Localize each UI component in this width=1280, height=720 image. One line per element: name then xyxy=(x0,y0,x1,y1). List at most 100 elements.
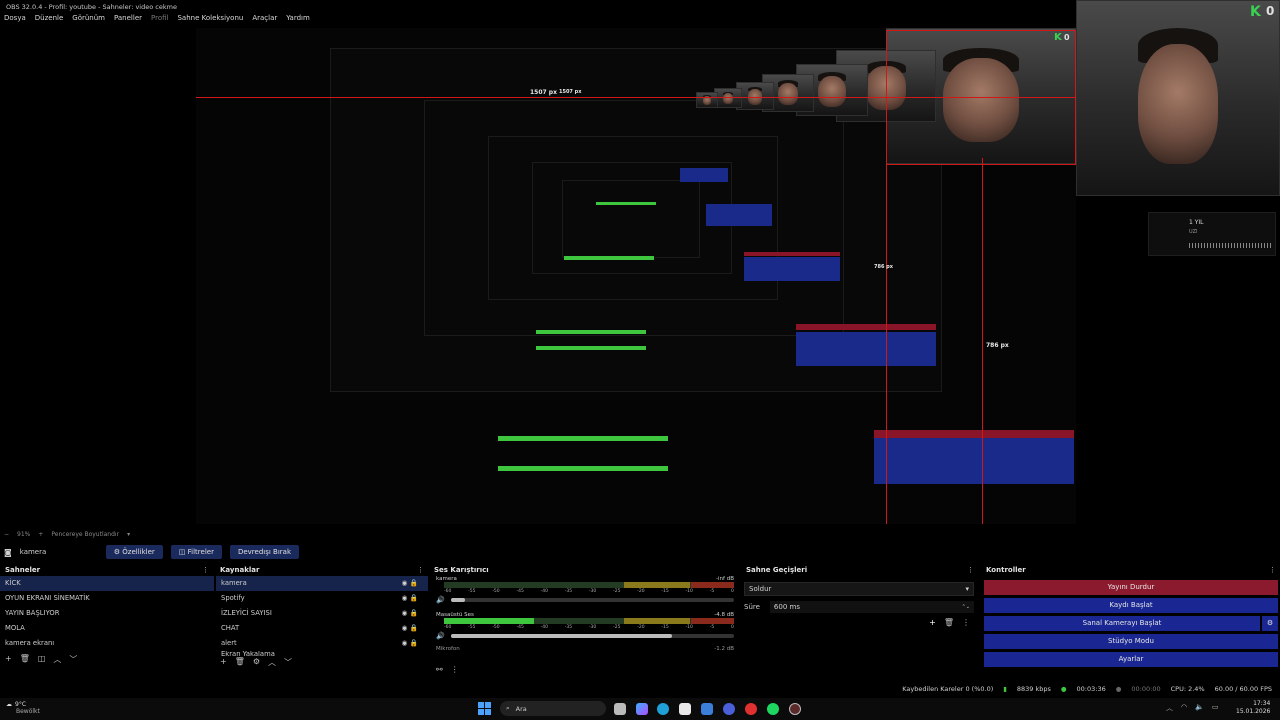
dock-menu-icon[interactable]: ⋮ xyxy=(202,566,209,574)
menu-scene-collection[interactable]: Sahne Koleksiyonu xyxy=(177,12,243,24)
measure-label-height: 786 px xyxy=(874,264,893,270)
meter-tick-label: -40 xyxy=(540,625,548,630)
duration-input[interactable]: 600 ms ⌃⌄ xyxy=(769,601,974,613)
studio-mode-button[interactable]: Stüdyo Modu xyxy=(984,634,1278,649)
gear-icon[interactable]: ⚙ xyxy=(253,657,260,668)
volume-icon[interactable]: 🔈 xyxy=(1195,703,1204,713)
kick-logo: K xyxy=(1250,4,1261,20)
scene-item[interactable]: OYUN EKRANI SİNEMATİK xyxy=(0,591,214,606)
scene-transitions-dock: Sahne Geçişleri ⋮ Soldur ▾ Süre 600 ms ⌃… xyxy=(742,564,978,680)
add-icon[interactable]: + xyxy=(220,657,227,668)
system-tray[interactable]: ︿ ◠ 🔈 ▭ xyxy=(1166,703,1218,713)
properties-button[interactable]: ⚙ Özellikler xyxy=(105,545,163,559)
eye-lock-icons[interactable]: ◉ 🔒 xyxy=(401,576,418,591)
copilot-icon[interactable] xyxy=(636,703,648,715)
chevron-down-icon[interactable]: ▾ xyxy=(127,531,130,538)
opera-icon[interactable] xyxy=(745,703,757,715)
spotify-icon[interactable] xyxy=(767,703,779,715)
dock-menu-icon[interactable]: ⋮ xyxy=(962,618,970,627)
eye-lock-icons[interactable]: ◉ 🔒 xyxy=(401,621,418,636)
obs-icon[interactable] xyxy=(789,703,801,715)
start-virtual-camera-button[interactable]: Sanal Kamerayı Başlat xyxy=(984,616,1260,631)
discord-icon[interactable] xyxy=(723,703,735,715)
start-recording-button[interactable]: Kaydı Başlat xyxy=(984,598,1278,613)
dock-menu-icon[interactable]: ⋮ xyxy=(1269,566,1276,574)
notif-title: 1 YIL xyxy=(1189,219,1204,226)
source-item[interactable]: CHAT ◉ 🔒 xyxy=(216,621,428,636)
trash-icon[interactable]: 🗑 xyxy=(20,654,30,665)
menu-help[interactable]: Yardım xyxy=(286,12,310,24)
taskbar-search[interactable]: ⌕ Ara xyxy=(500,701,606,716)
deactivate-button[interactable]: Devredışı Bırak xyxy=(229,545,299,559)
speaker-icon[interactable]: 🔊 xyxy=(436,632,445,640)
move-up-icon[interactable]: ︿ xyxy=(53,654,61,665)
spinner-icon[interactable]: ⌃⌄ xyxy=(962,604,970,610)
dock-menu-icon[interactable]: ⋮ xyxy=(417,566,424,574)
dock-menu-icon[interactable]: ⋮ xyxy=(967,566,974,574)
windows-start-icon[interactable] xyxy=(478,702,492,716)
move-up-icon[interactable]: ︿ xyxy=(268,657,276,668)
menu-docks[interactable]: Paneller xyxy=(114,12,142,24)
cpu-usage: CPU: 2.4% xyxy=(1170,685,1205,693)
clock[interactable]: 17:34 15.01.2026 xyxy=(1236,700,1270,716)
source-item[interactable]: İZLEYİCİ SAYISI ◉ 🔒 xyxy=(216,606,428,621)
nested-dock-band xyxy=(744,257,840,281)
meter-tick-label: -45 xyxy=(516,625,524,630)
kick-logo: K xyxy=(1054,32,1062,43)
source-item[interactable]: Spotify ◉ 🔒 xyxy=(216,591,428,606)
nested-capture-5 xyxy=(562,180,700,258)
settings-button[interactable]: Ayarlar xyxy=(984,652,1278,667)
task-view-icon[interactable] xyxy=(614,703,626,715)
link-icon[interactable]: ⚯ xyxy=(436,665,443,674)
stop-streaming-button[interactable]: Yayını Durdur xyxy=(984,580,1278,595)
virtual-camera-gear-icon[interactable]: ⚙ xyxy=(1262,616,1278,631)
scene-item[interactable]: kamera ekranı xyxy=(0,636,214,651)
channel-db: -1.2 dB xyxy=(714,646,734,652)
source-item[interactable]: kamera ◉ 🔒 xyxy=(216,576,428,591)
dock-menu-icon[interactable]: ⋮ xyxy=(451,665,459,674)
guide-line-vertical xyxy=(982,158,983,524)
add-icon[interactable]: + xyxy=(5,654,12,665)
mail-icon[interactable] xyxy=(701,703,713,715)
dropped-frames: Kaybedilen Kareler 0 (%0.0) xyxy=(902,685,994,693)
add-icon[interactable]: + xyxy=(929,618,936,627)
weather-widget[interactable]: ☁ 9°C Bewölkt xyxy=(6,701,40,715)
eye-lock-icons[interactable]: ◉ 🔒 xyxy=(401,636,418,651)
transition-select[interactable]: Soldur ▾ xyxy=(744,582,974,596)
menu-profile[interactable]: Profil xyxy=(151,12,168,24)
store-icon[interactable] xyxy=(679,703,691,715)
menu-tools[interactable]: Araçlar xyxy=(252,12,277,24)
volume-slider[interactable] xyxy=(450,598,734,602)
move-down-icon[interactable]: ﹀ xyxy=(69,654,77,665)
preview-canvas[interactable]: 1507 px 1507 px 786 px 786 px K 0 xyxy=(196,28,1076,524)
nested-dock-band xyxy=(744,252,840,256)
wifi-icon[interactable]: ◠ xyxy=(1181,703,1187,713)
edge-icon[interactable] xyxy=(657,703,669,715)
stream-time: 00:03:36 xyxy=(1076,685,1106,693)
chevron-up-icon[interactable]: ︿ xyxy=(1166,703,1173,713)
zoom-mode[interactable]: Pencereye Boyutlandır xyxy=(51,531,119,538)
scene-item[interactable]: KİCK xyxy=(0,576,214,591)
scene-item[interactable]: MOLA xyxy=(0,621,214,636)
filter-icon[interactable]: ◫ xyxy=(38,654,46,665)
audio-mixer-dock: Ses Karıştırıcı kamera -inf dB -60 -55 -50… xyxy=(432,564,738,680)
source-item[interactable]: alert ◉ 🔒 xyxy=(216,636,428,651)
eye-lock-icons[interactable]: ◉ 🔒 xyxy=(401,606,418,621)
menu-view[interactable]: Görünüm xyxy=(72,12,105,24)
nested-dock-band xyxy=(680,168,728,182)
scene-item[interactable]: YAYIN BAŞLIYOR xyxy=(0,606,214,621)
trash-icon[interactable]: 🗑 xyxy=(944,618,954,627)
battery-icon[interactable]: ▭ xyxy=(1212,703,1219,713)
spotify-overlay: 1 YIL UZI xyxy=(1148,212,1276,256)
move-down-icon[interactable]: ﹀ xyxy=(284,657,292,668)
zoom-out-icon[interactable]: − xyxy=(4,531,9,538)
volume-slider[interactable] xyxy=(450,634,734,638)
zoom-in-icon[interactable]: + xyxy=(38,531,43,538)
nested-meter xyxy=(536,330,646,334)
menu-file[interactable]: Dosya xyxy=(4,12,26,24)
trash-icon[interactable]: 🗑 xyxy=(235,657,245,668)
speaker-icon[interactable]: 🔊 xyxy=(436,596,445,604)
eye-lock-icons[interactable]: ◉ 🔒 xyxy=(401,591,418,606)
menu-edit[interactable]: Düzenle xyxy=(35,12,64,24)
filters-button[interactable]: ◫ Filtreler xyxy=(170,545,222,559)
